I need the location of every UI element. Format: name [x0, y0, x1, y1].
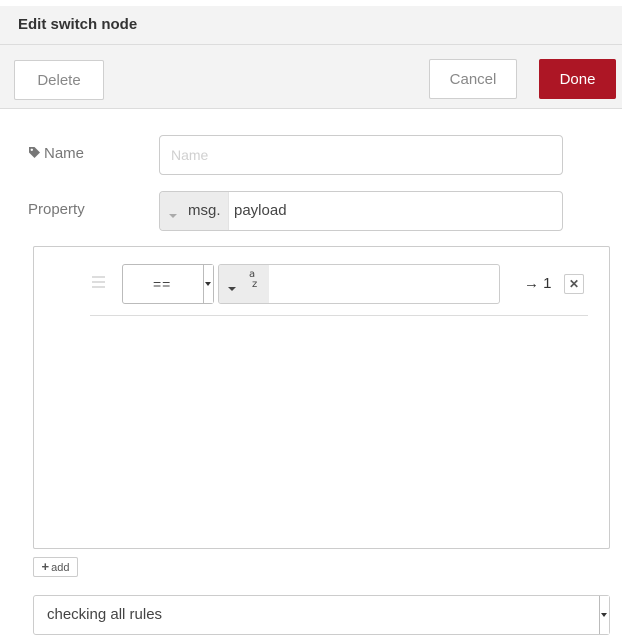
checking-mode-value: checking all rules [47, 606, 163, 623]
property-type-selector[interactable]: msg. [160, 192, 229, 230]
operator-value: == [153, 276, 172, 292]
name-label: Name [28, 145, 84, 163]
rule-value-input[interactable]: a z [218, 264, 500, 304]
operator-select[interactable]: == [122, 264, 214, 304]
add-rule-button[interactable]: + add [33, 557, 78, 577]
property-label: Property [28, 201, 85, 218]
done-button[interactable]: Done [539, 59, 616, 99]
caret-down-icon [168, 207, 178, 225]
rules-list: == a z → 1 ✕ [33, 246, 610, 549]
dialog-header: Edit switch node [0, 6, 622, 45]
cancel-button[interactable]: Cancel [429, 59, 517, 99]
property-value[interactable]: payload [234, 192, 287, 230]
name-field[interactable] [159, 135, 563, 175]
caret-down-icon [227, 280, 237, 298]
string-az-icon: a z [249, 269, 258, 290]
plus-icon: + [41, 559, 50, 574]
add-label: add [51, 562, 70, 574]
tag-icon [28, 146, 41, 163]
dialog-toolbar: Delete Cancel Done [0, 45, 622, 109]
select-arrow-icon [599, 596, 609, 634]
property-prefix: msg. [188, 202, 221, 219]
output-label: → 1 [524, 275, 552, 292]
select-arrow-icon [203, 265, 213, 303]
remove-rule-button[interactable]: ✕ [564, 274, 584, 294]
rule-row: == a z → 1 ✕ [90, 247, 588, 316]
property-field[interactable]: msg. payload [159, 191, 563, 231]
name-input[interactable] [160, 136, 562, 174]
dialog-title: Edit switch node [18, 16, 138, 33]
name-label-text: Name [44, 145, 85, 162]
delete-button[interactable]: Delete [14, 60, 104, 100]
checking-mode-select[interactable]: checking all rules [33, 595, 610, 635]
value-type-selector[interactable]: a z [219, 265, 269, 303]
drag-handle-icon[interactable] [92, 276, 105, 291]
